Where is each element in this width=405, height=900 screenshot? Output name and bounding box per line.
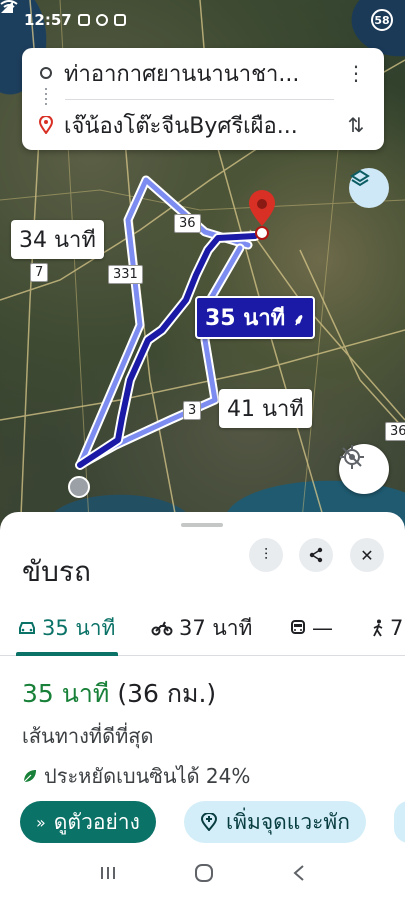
messenger-icon bbox=[95, 14, 108, 26]
route-duration: 35 นาที bbox=[22, 679, 110, 708]
tab-walking-label: 7 bbox=[390, 616, 404, 640]
layers-button[interactable] bbox=[349, 168, 389, 208]
road-shield: 3 bbox=[183, 401, 202, 420]
route-distance: (36 กม.) bbox=[117, 679, 217, 708]
road-shield: 36 bbox=[174, 214, 201, 233]
directions-sheet: ขับรถ ⫶ ✕ 35 นาที 37 นาที — 7 35 นาที (3… bbox=[0, 512, 405, 900]
double-chevron-icon: » bbox=[36, 812, 46, 832]
route-description: เส้นทางที่ดีที่สุด bbox=[22, 724, 154, 748]
fuel-saving-info: ประหยัดเบนซินได้ 24% bbox=[22, 760, 250, 792]
route-time-label-alt1[interactable]: 34 นาที bbox=[11, 220, 104, 259]
destination-field[interactable]: เจ๊น้องโต๊ะจีนByศรีเผือ... bbox=[64, 108, 326, 143]
eco-leaf-icon bbox=[23, 770, 36, 783]
destination-row[interactable]: เจ๊น้องโต๊ะจีนByศรีเผือ... ⇅ bbox=[22, 100, 384, 150]
route-time-selected-text: 35 นาที bbox=[205, 306, 286, 331]
map-view[interactable]: 12:57 58 ท่าอากาศยานนานาชา... ⋮ เจ๊น้องโ… bbox=[0, 0, 405, 540]
car-icon bbox=[19, 622, 35, 634]
directions-search-card: ท่าอากาศยานนานาชา... ⋮ เจ๊น้องโต๊ะจีนByศ… bbox=[22, 48, 384, 150]
status-bar: 12:57 58 bbox=[0, 0, 405, 40]
recent-apps-icon[interactable] bbox=[99, 865, 117, 885]
my-location-button[interactable] bbox=[339, 444, 389, 494]
preview-button[interactable]: » ดูตัวอย่าง bbox=[20, 801, 156, 843]
road-shield: 331 bbox=[108, 265, 143, 284]
motorcycle-icon bbox=[151, 621, 173, 636]
back-icon[interactable] bbox=[292, 864, 306, 886]
origin-field[interactable]: ท่าอากาศยานนานาชา... bbox=[64, 56, 326, 91]
drag-handle[interactable] bbox=[181, 523, 223, 527]
route-options-button[interactable]: ⫶ bbox=[249, 538, 283, 572]
origin-marker bbox=[68, 476, 90, 498]
eco-leaf-icon: ⸙ bbox=[292, 310, 305, 329]
road-shield: 7 bbox=[30, 263, 49, 282]
status-time: 12:57 bbox=[24, 11, 72, 29]
sheet-title: ขับรถ bbox=[22, 555, 91, 588]
origin-circle-icon bbox=[40, 67, 52, 79]
share-icon bbox=[309, 547, 323, 563]
route-time-label-selected[interactable]: 35 นาที ⸙ bbox=[195, 296, 315, 339]
tab-motorcycle-label: 37 นาที bbox=[179, 615, 253, 640]
active-tab-indicator bbox=[16, 652, 118, 656]
share-button[interactable] bbox=[299, 538, 333, 572]
tab-driving-label: 35 นาที bbox=[42, 615, 116, 640]
destination-pin-outline-icon bbox=[39, 116, 53, 134]
walk-icon bbox=[373, 619, 383, 637]
layers-icon bbox=[350, 169, 370, 187]
more-options-icon[interactable]: ⋮ bbox=[342, 59, 370, 87]
add-stop-button-label: เพิ่มจุดแวะพัก bbox=[226, 809, 350, 834]
chat-icon bbox=[113, 14, 126, 26]
preview-button-label: ดูตัวอย่าง bbox=[53, 809, 140, 834]
swap-icon[interactable]: ⇅ bbox=[342, 111, 370, 139]
route-time-label-alt2[interactable]: 41 นาที bbox=[219, 389, 312, 428]
tab-transit[interactable]: — bbox=[290, 608, 333, 648]
fuel-saving-text: ประหยัดเบนซินได้ 24% bbox=[44, 764, 251, 788]
battery-indicator: 58 bbox=[371, 9, 393, 31]
road-shield: 36 bbox=[385, 422, 405, 441]
system-nav-bar bbox=[0, 850, 405, 900]
add-stop-pin-icon bbox=[200, 813, 218, 831]
origin-row[interactable]: ท่าอากาศยานนานาชา... ⋮ bbox=[22, 48, 384, 98]
tune-icon: ⫶ bbox=[263, 545, 268, 564]
notification-icon bbox=[77, 14, 90, 26]
travel-mode-tabs: 35 นาที 37 นาที — 7 bbox=[0, 602, 405, 656]
tab-transit-label: — bbox=[312, 616, 333, 640]
route-summary: 35 นาที (36 กม.) bbox=[22, 674, 216, 714]
close-icon: ✕ bbox=[360, 545, 374, 565]
location-off-icon bbox=[340, 445, 364, 469]
add-stop-button[interactable]: เพิ่มจุดแวะพัก bbox=[184, 801, 366, 843]
tab-motorcycle[interactable]: 37 นาที bbox=[151, 608, 252, 648]
more-actions-chip[interactable] bbox=[394, 801, 405, 843]
tab-walking[interactable]: 7 bbox=[372, 608, 403, 648]
home-icon[interactable] bbox=[194, 863, 214, 887]
close-button[interactable]: ✕ bbox=[350, 538, 384, 572]
transit-icon bbox=[291, 620, 305, 634]
tab-driving[interactable]: 35 นาที bbox=[18, 608, 115, 648]
